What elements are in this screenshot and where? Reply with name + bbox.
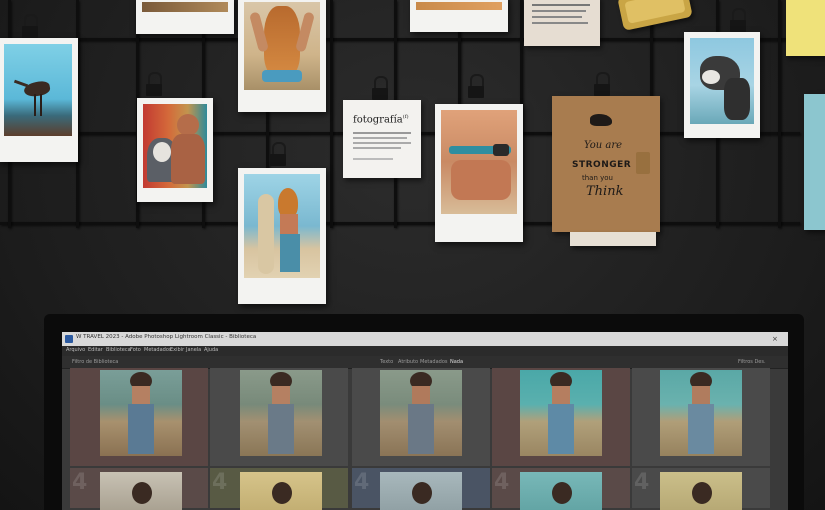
photo-thumbnail[interactable] — [520, 472, 602, 510]
menu-item-ajuda[interactable]: Ajuda — [204, 347, 218, 353]
grid-cell[interactable]: 4 — [352, 468, 490, 510]
binder-clip — [372, 76, 388, 102]
window-titlebar: W TRAVEL 2023 - Adobe Photoshop Lightroo… — [62, 332, 788, 346]
filter-right-label[interactable]: Filtros Des. — [738, 359, 766, 365]
grid-cell[interactable]: 4 — [70, 468, 208, 510]
grid-cell[interactable]: 4 — [492, 468, 630, 510]
lightroom-window: W TRAVEL 2023 - Adobe Photoshop Lightroo… — [62, 332, 788, 510]
photo-thumbnail[interactable] — [660, 370, 742, 456]
cell-index: 4 — [72, 470, 88, 495]
app-icon — [65, 335, 73, 343]
menu-item-janela[interactable]: Janela — [186, 347, 201, 353]
menu-item-foto[interactable]: Foto — [130, 347, 141, 353]
cell-index: 4 — [354, 470, 370, 495]
photo-thumbnail[interactable] — [100, 370, 182, 456]
filter-tab-atributo[interactable]: Atributo — [398, 359, 418, 365]
photo-thumbnail[interactable] — [380, 370, 462, 456]
filter-tab-metadados[interactable]: Metadados — [420, 359, 448, 365]
photo-thumbnail[interactable] — [520, 370, 602, 456]
menu-bar: Arquivo Editar Biblioteca Foto Metadados… — [62, 346, 788, 356]
polaroid-heron — [0, 38, 78, 162]
wire-vertical-6 — [330, 0, 333, 228]
cell-index: 4 — [494, 470, 510, 495]
menu-item-metadados[interactable]: Metadados — [144, 347, 172, 353]
photo-thumbnail[interactable] — [380, 472, 462, 510]
polaroid-top-center — [410, 0, 508, 32]
binder-clip — [468, 74, 484, 100]
cell-index: 4 — [212, 470, 228, 495]
fotografia-sup: (f) — [402, 114, 409, 120]
kraft-line-3: than you — [582, 174, 613, 182]
menu-item-editar[interactable]: Editar — [88, 347, 103, 353]
wire-horizontal-1 — [0, 38, 800, 41]
menu-item-biblioteca[interactable]: Biblioteca — [106, 347, 131, 353]
sticky-note-yellow — [786, 0, 825, 56]
kraft-notebook: You are STRONGER than you Think — [552, 96, 660, 232]
polaroid-top-left — [136, 0, 234, 34]
polaroid-woman-hair — [238, 0, 326, 112]
kraft-line-1: You are — [584, 140, 623, 151]
grid-cell[interactable] — [70, 368, 208, 466]
window-title: W TRAVEL 2023 - Adobe Photoshop Lightroo… — [76, 334, 257, 340]
photo-thumbnail[interactable] — [240, 472, 322, 510]
note-fotografia: fotografía(f) — [343, 100, 421, 178]
filter-label: Filtro de Biblioteca — [72, 359, 119, 365]
menu-item-exibir[interactable]: Exibir — [170, 347, 184, 353]
grid-cell[interactable]: 4 — [210, 468, 348, 510]
wire-vertical-12 — [778, 0, 781, 228]
photo-thumbnail[interactable] — [100, 472, 182, 510]
grid-cell[interactable] — [492, 368, 630, 466]
grid-cell[interactable]: 4 — [632, 468, 770, 510]
sticky-note-blue — [804, 94, 825, 230]
binder-clip — [146, 72, 162, 98]
fotografia-title: fotografía — [353, 114, 403, 126]
polaroid-husky-man — [137, 98, 213, 202]
polaroid-surfboard-woman — [238, 168, 326, 304]
binder-clip — [22, 14, 38, 40]
polaroid-hands-bracelets — [435, 104, 523, 242]
grid-cell[interactable] — [210, 368, 348, 466]
grid-cell[interactable] — [632, 368, 770, 466]
filter-tab-nada[interactable]: Nada — [450, 359, 463, 365]
filter-tab-texto[interactable]: Texto — [380, 359, 393, 365]
wire-horizontal-3 — [0, 222, 800, 225]
grid-cell[interactable] — [352, 368, 490, 466]
cell-index: 4 — [634, 470, 650, 495]
photo-thumbnail[interactable] — [660, 472, 742, 510]
polaroid-husky — [684, 32, 760, 138]
paper-note-top — [524, 0, 600, 46]
binder-clip — [270, 142, 286, 168]
paper-under-notebook — [570, 232, 656, 246]
photo-thumbnail[interactable] — [240, 370, 322, 456]
binder-clip — [594, 72, 610, 98]
kraft-line-4: Think — [586, 184, 624, 199]
close-icon[interactable]: × — [772, 335, 780, 343]
binder-clip — [730, 8, 746, 34]
menu-item-arquivo[interactable]: Arquivo — [66, 347, 85, 353]
kraft-line-2: STRONGER — [572, 160, 632, 170]
